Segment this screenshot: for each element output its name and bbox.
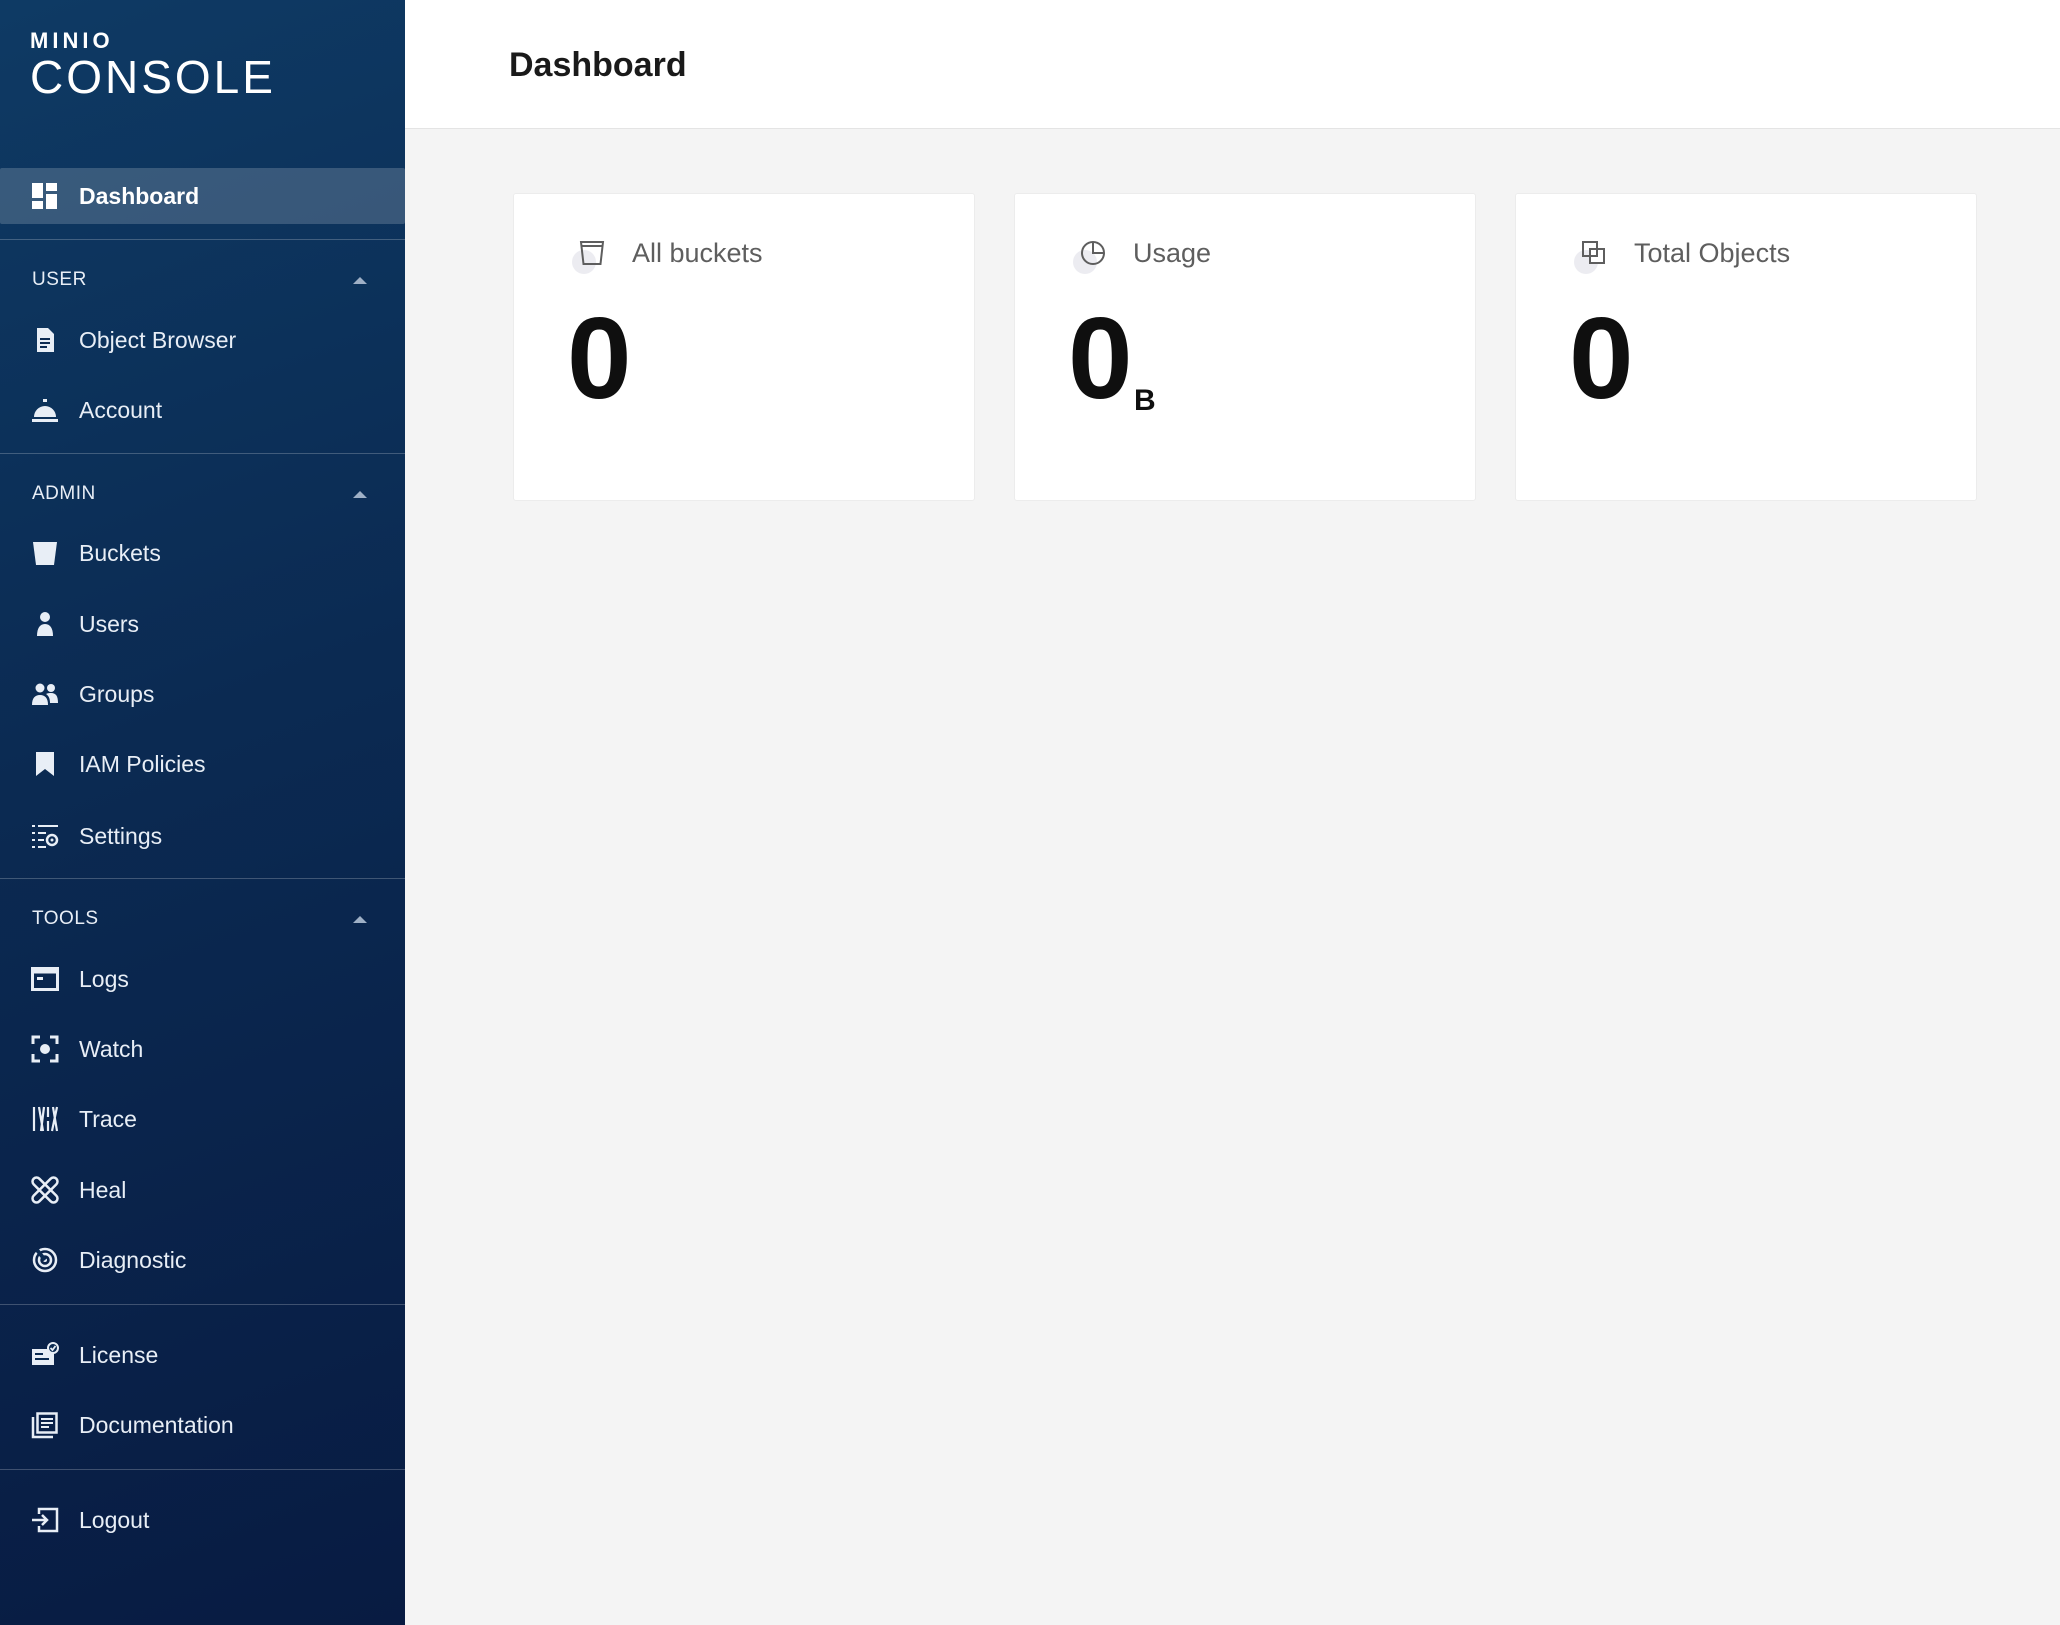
sidebar-item-diagnostic[interactable]: Diagnostic bbox=[0, 1232, 405, 1288]
objects-icon bbox=[1574, 238, 1608, 274]
section-header-tools[interactable]: TOOLS bbox=[0, 899, 405, 939]
usage-card: Usage 0 B bbox=[1014, 193, 1476, 501]
sidebar-item-label: IAM Policies bbox=[79, 750, 206, 777]
caret-up-icon bbox=[353, 915, 367, 923]
card-value: 0 bbox=[567, 293, 632, 423]
page-header: Dashboard bbox=[405, 0, 2060, 129]
total-objects-card: Total Objects 0 bbox=[1515, 193, 1977, 501]
diagnostic-radar-icon bbox=[30, 1245, 60, 1275]
sidebar-item-label: Documentation bbox=[79, 1411, 234, 1438]
trace-icon bbox=[30, 1104, 60, 1134]
sidebar-item-label: Groups bbox=[79, 680, 155, 707]
sidebar-item-label: Trace bbox=[79, 1105, 137, 1132]
settings-icon bbox=[30, 821, 60, 851]
sidebar-divider bbox=[0, 1304, 405, 1305]
sidebar-item-label: License bbox=[79, 1341, 159, 1368]
bandage-icon bbox=[30, 1175, 60, 1205]
sidebar-item-heal[interactable]: Heal bbox=[0, 1162, 405, 1218]
sidebar-item-users[interactable]: Users bbox=[0, 596, 405, 652]
logs-window-icon bbox=[30, 964, 60, 994]
section-header-admin[interactable]: ADMIN bbox=[0, 474, 405, 514]
section-label: TOOLS bbox=[32, 908, 99, 929]
bucket-icon bbox=[572, 238, 606, 274]
sidebar-item-label: Logout bbox=[79, 1506, 150, 1533]
sidebar-divider bbox=[0, 453, 405, 454]
sidebar-item-logs[interactable]: Logs bbox=[0, 951, 405, 1007]
caret-up-icon bbox=[353, 276, 367, 284]
sidebar-item-label: Diagnostic bbox=[79, 1246, 187, 1273]
sidebar: MINIO CONSOLE Dashboard USER Object Brow… bbox=[0, 0, 405, 1625]
sidebar-item-groups[interactable]: Groups bbox=[0, 666, 405, 722]
sidebar-item-documentation[interactable]: Documentation bbox=[0, 1397, 405, 1453]
sidebar-item-account[interactable]: Account bbox=[0, 382, 405, 438]
sidebar-item-label: Buckets bbox=[79, 539, 161, 566]
all-buckets-card: All buckets 0 bbox=[513, 193, 975, 501]
sidebar-item-label: Users bbox=[79, 610, 140, 637]
watch-focus-icon bbox=[30, 1034, 60, 1064]
sidebar-item-label: Heal bbox=[79, 1176, 127, 1203]
caret-up-icon bbox=[353, 490, 367, 498]
page-title: Dashboard bbox=[509, 46, 687, 84]
sidebar-item-label: Account bbox=[79, 396, 163, 423]
group-icon bbox=[30, 679, 60, 709]
bucket-icon bbox=[30, 538, 60, 568]
user-icon bbox=[30, 609, 60, 639]
pie-chart-icon bbox=[1073, 238, 1107, 274]
sidebar-item-object-browser[interactable]: Object Browser bbox=[0, 312, 405, 368]
section-label: USER bbox=[32, 269, 87, 290]
bookmark-icon bbox=[30, 749, 60, 779]
sidebar-item-license[interactable]: License bbox=[0, 1327, 405, 1383]
sidebar-item-label: Object Browser bbox=[79, 326, 237, 353]
section-label: ADMIN bbox=[32, 483, 96, 504]
sidebar-divider bbox=[0, 878, 405, 879]
sidebar-item-iam-policies[interactable]: IAM Policies bbox=[0, 736, 405, 792]
file-icon bbox=[30, 325, 60, 355]
sidebar-item-logout[interactable]: Logout bbox=[0, 1492, 405, 1548]
section-header-user[interactable]: USER bbox=[0, 260, 405, 300]
card-value: 0 bbox=[1068, 293, 1133, 423]
sidebar-item-label: Logs bbox=[79, 965, 129, 992]
documentation-icon bbox=[30, 1410, 60, 1440]
card-label: Total Objects bbox=[1634, 238, 1791, 268]
logo-top-text: MINIO bbox=[30, 28, 114, 53]
card-label: Usage bbox=[1133, 238, 1212, 268]
logo-bottom-text: CONSOLE bbox=[30, 51, 276, 103]
sidebar-item-buckets[interactable]: Buckets bbox=[0, 525, 405, 581]
service-bell-icon bbox=[30, 395, 60, 425]
sidebar-item-trace[interactable]: Trace bbox=[0, 1091, 405, 1147]
sidebar-item-watch[interactable]: Watch bbox=[0, 1021, 405, 1077]
sidebar-divider bbox=[0, 239, 405, 240]
sidebar-item-label: Watch bbox=[79, 1035, 144, 1062]
sidebar-divider bbox=[0, 1469, 405, 1470]
dashboard-icon bbox=[30, 181, 60, 211]
minio-console-logo[interactable]: MINIO CONSOLE bbox=[30, 28, 276, 103]
sidebar-item-settings[interactable]: Settings bbox=[0, 808, 405, 864]
sidebar-item-label: Dashboard bbox=[79, 182, 200, 209]
card-label: All buckets bbox=[632, 238, 763, 268]
sidebar-item-label: Settings bbox=[79, 822, 163, 849]
card-value: 0 bbox=[1569, 293, 1634, 423]
license-icon bbox=[30, 1340, 60, 1370]
usage-unit: B bbox=[1134, 384, 1156, 417]
sidebar-item-dashboard[interactable]: Dashboard bbox=[0, 168, 405, 224]
logout-icon bbox=[30, 1505, 60, 1535]
